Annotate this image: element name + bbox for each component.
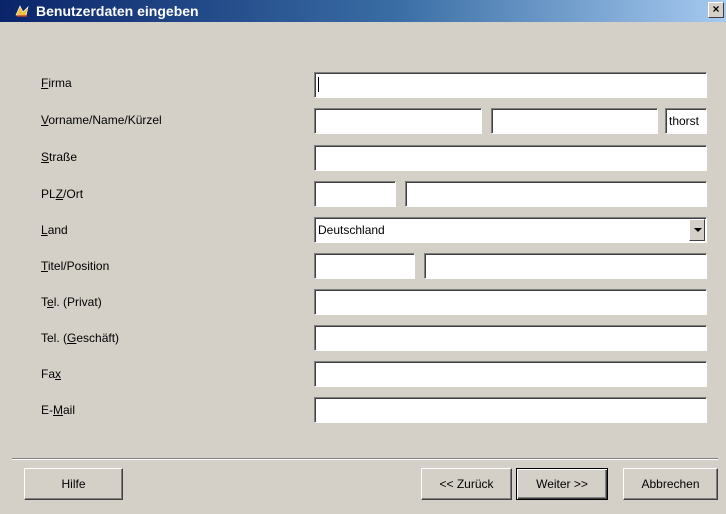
separator — [12, 458, 718, 460]
position-input[interactable] — [424, 253, 707, 279]
titel-input[interactable] — [314, 253, 415, 279]
title-bar: Benutzerdaten eingeben × — [0, 0, 726, 22]
label-plz-ort: PLZ/Ort — [41, 187, 84, 201]
vorname-input[interactable] — [314, 108, 482, 134]
tel-privat-input[interactable] — [314, 289, 707, 315]
dropdown-button[interactable] — [689, 219, 705, 241]
label-titel-position: Titel/Position — [41, 259, 110, 273]
nachname-input[interactable] — [491, 108, 658, 134]
label-vorname-name-kuerzel: Vorname/Name/Kürzel — [41, 113, 162, 127]
back-button[interactable]: << Zurück — [421, 468, 512, 500]
label-tel-geschaeft: Tel. (Geschäft) — [41, 331, 120, 345]
label-tel-privat: Tel. (Privat) — [41, 295, 102, 309]
plz-input[interactable] — [314, 181, 396, 207]
help-button[interactable]: Hilfe — [24, 468, 123, 500]
chevron-down-icon — [694, 228, 702, 232]
land-select[interactable]: Deutschland — [314, 217, 707, 243]
label-email: E-Mail — [41, 403, 76, 417]
close-button[interactable]: × — [708, 2, 724, 18]
label-strasse: Straße — [41, 150, 78, 164]
window-title: Benutzerdaten eingeben — [36, 3, 199, 19]
label-firma: Firma — [41, 76, 72, 90]
firma-input[interactable] — [314, 72, 707, 98]
land-selected-value: Deutschland — [318, 223, 385, 237]
strasse-input[interactable] — [314, 145, 707, 171]
ort-input[interactable] — [405, 181, 707, 207]
app-icon — [15, 5, 29, 17]
kuerzel-input[interactable]: thorst — [665, 108, 707, 134]
text-caret — [318, 77, 319, 92]
next-button[interactable]: Weiter >> — [516, 468, 608, 500]
label-fax: Fax — [41, 367, 62, 381]
label-land: Land — [41, 223, 68, 237]
tel-geschaeft-input[interactable] — [314, 325, 707, 351]
email-input[interactable] — [314, 397, 707, 423]
fax-input[interactable] — [314, 361, 707, 387]
close-icon: × — [712, 2, 720, 16]
cancel-button[interactable]: Abbrechen — [623, 468, 718, 500]
